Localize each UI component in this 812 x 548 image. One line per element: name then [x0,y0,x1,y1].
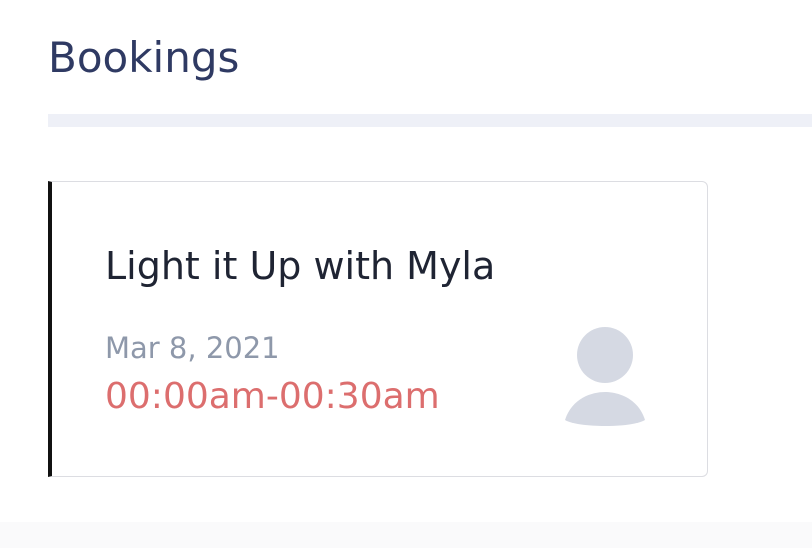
title-divider [48,114,812,127]
event-title: Light it Up with Myla [105,244,496,288]
event-time: 00:00am-00:30am [105,376,440,417]
user-placeholder-icon [562,324,648,428]
footer-band [0,522,812,548]
booking-card[interactable]: Light it Up with Myla Mar 8, 2021 00:00a… [48,181,708,477]
event-date: Mar 8, 2021 [105,331,280,365]
page-title: Bookings [48,33,240,82]
bookings-page: Bookings Light it Up with Myla Mar 8, 20… [0,0,812,548]
